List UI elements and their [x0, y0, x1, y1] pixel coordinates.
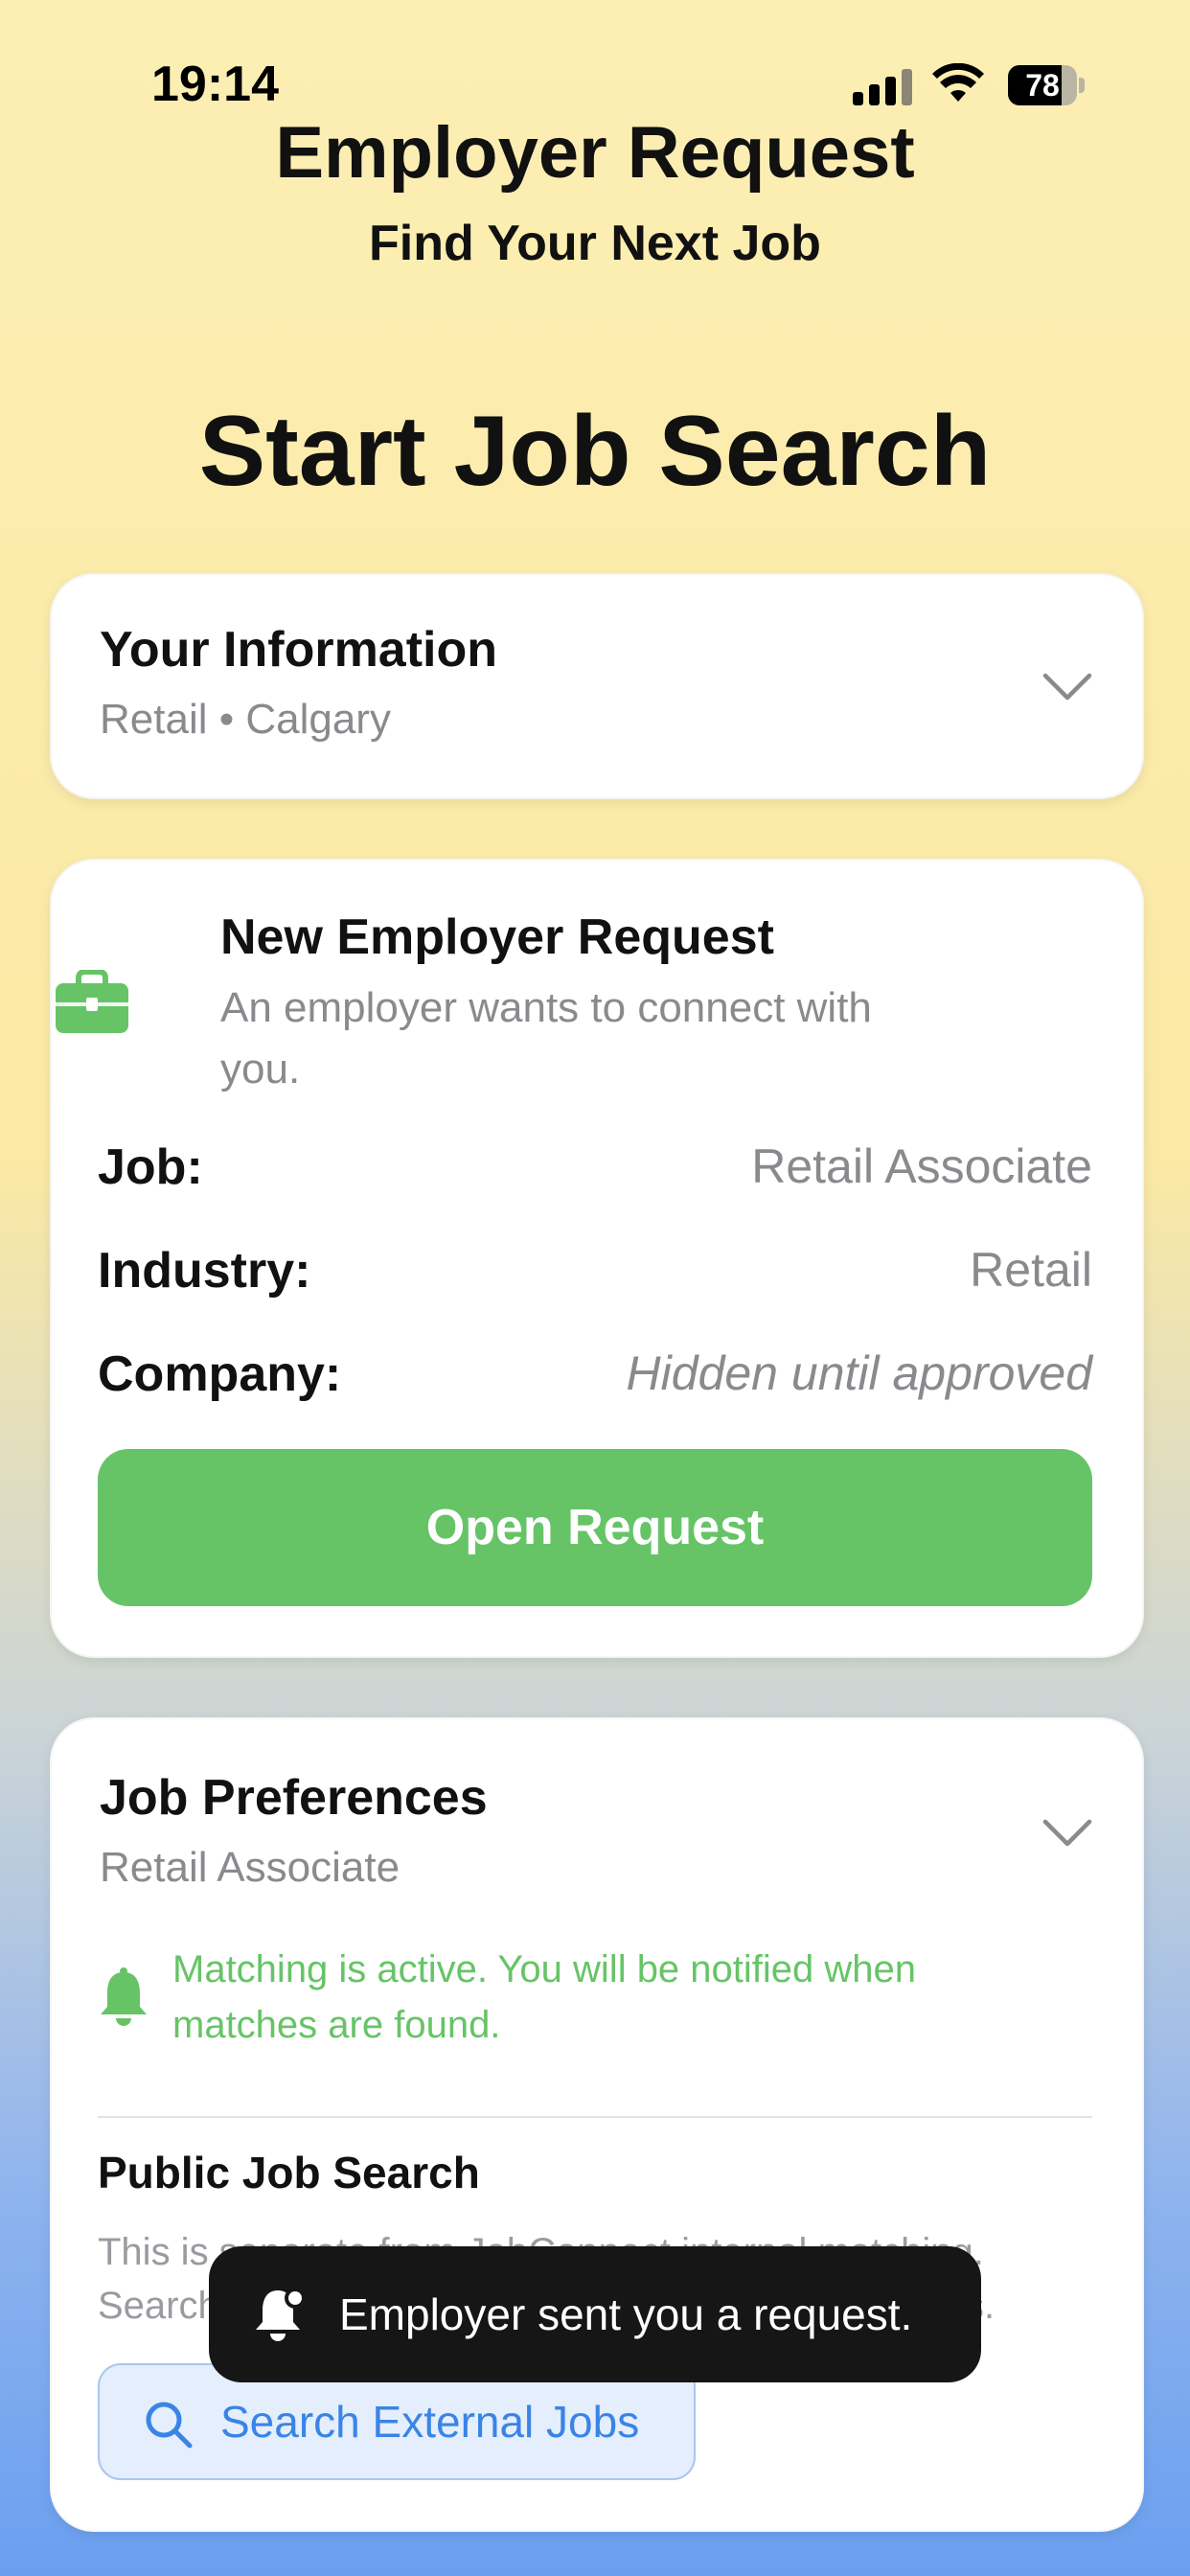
bell-badge-icon	[256, 2288, 306, 2341]
request-title: New Employer Request	[220, 909, 774, 965]
app-title: Employer Request	[275, 112, 915, 194]
company-label: Company:	[98, 1346, 342, 1402]
toast-message: Employer sent you a request.	[339, 2289, 913, 2339]
matching-status-text: Matching is active. You will be notified…	[172, 1948, 917, 2046]
job-preferences-subtitle: Retail Associate	[100, 1844, 400, 1891]
job-label: Job:	[98, 1139, 203, 1195]
company-value: Hidden until approved	[626, 1346, 1092, 1400]
industry-value: Retail	[970, 1243, 1092, 1297]
your-information-subtitle: Retail • Calgary	[100, 696, 391, 743]
chevron-down-icon[interactable]	[1042, 673, 1092, 702]
open-request-button[interactable]: Open Request	[98, 1449, 1092, 1606]
job-preferences-title: Job Preferences	[100, 1770, 488, 1826]
battery-level: 78	[1025, 68, 1060, 103]
bell-icon	[101, 1967, 147, 2026]
page-title: Start Job Search	[198, 396, 992, 507]
chevron-down-icon[interactable]	[1042, 1819, 1092, 1848]
your-information-card[interactable]: Your Information Retail • Calgary	[50, 573, 1144, 799]
signal-icon	[853, 69, 914, 105]
job-value: Retail Associate	[751, 1139, 1092, 1193]
search-icon	[146, 2402, 193, 2449]
request-description: An employer wants to connect with you.	[220, 984, 872, 1092]
divider	[98, 2116, 1092, 2118]
public-job-search-title: Public Job Search	[98, 2148, 480, 2197]
battery-icon: 78	[1008, 65, 1085, 105]
briefcase-icon	[56, 970, 128, 1033]
app-subtitle: Find Your Next Job	[369, 216, 821, 271]
notification-toast[interactable]: Employer sent you a request.	[209, 2246, 981, 2382]
status-time: 19:14	[151, 57, 279, 112]
your-information-title: Your Information	[100, 622, 498, 678]
wifi-icon	[932, 63, 984, 102]
industry-label: Industry:	[98, 1243, 311, 1299]
